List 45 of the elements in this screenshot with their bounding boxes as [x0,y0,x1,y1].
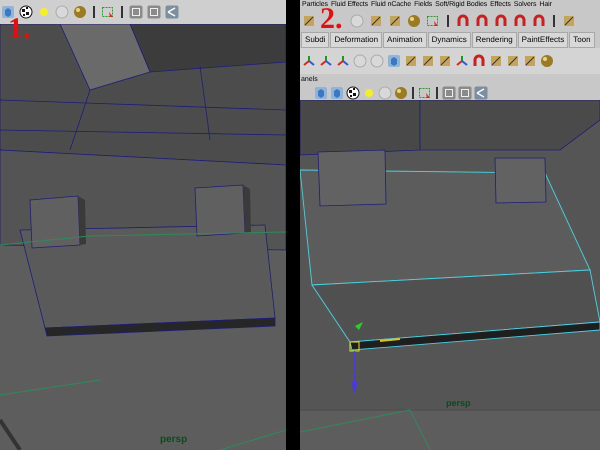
separator-icon[interactable] [445,14,451,28]
shelf-tool-icon[interactable] [387,54,401,68]
shelf-tool-icon[interactable] [506,54,520,68]
light-dot-icon[interactable] [362,86,376,100]
shelf-tool-icon[interactable] [302,54,316,68]
tool-icon[interactable] [302,14,316,28]
shelf-tab[interactable]: Animation [383,32,427,48]
camera-label: persp [160,433,188,447]
shelf-tab[interactable]: Subdi [301,32,330,48]
checker-sphere-icon[interactable] [346,86,360,100]
square-outline-icon[interactable] [147,5,161,19]
tool-icon[interactable] [388,14,402,28]
magnet-icon[interactable] [494,14,508,28]
shelf-tool-icon[interactable] [421,54,435,68]
shelf-tool-icon[interactable] [523,54,537,68]
shelf-tool-icon[interactable] [438,54,452,68]
light-dot-icon[interactable] [37,5,51,19]
square-outline-icon[interactable] [458,86,472,100]
shelf-tool-icon[interactable] [455,54,469,68]
separator-icon[interactable] [551,14,557,28]
separator-icon[interactable] [410,86,416,100]
shelf-tab[interactable]: Dynamics [428,32,471,48]
magnet-icon[interactable] [532,14,546,28]
magnet-icon[interactable] [513,14,527,28]
separator-icon[interactable] [119,5,125,19]
shelf-tab[interactable]: Deformation [330,32,382,48]
select-icon[interactable] [426,14,440,28]
shelf-tool-icon[interactable] [336,54,350,68]
tool-icon[interactable] [562,14,576,28]
magnet-icon[interactable] [475,14,489,28]
shelf-tab[interactable]: Rendering [472,32,517,48]
separator-icon[interactable] [91,5,97,19]
tool-icon[interactable] [369,14,383,28]
shelf-tab[interactable]: Toon [569,32,595,48]
shaded-cube-icon[interactable] [314,86,328,100]
separator-icon[interactable] [434,86,440,100]
shelf-tool-icon[interactable] [319,54,333,68]
share-icon[interactable] [165,5,179,19]
shelf-tab[interactable]: PaintEffects [518,32,568,48]
shelf-tool-icon[interactable] [472,54,486,68]
shelf-tool-icon[interactable] [404,54,418,68]
share-icon[interactable] [474,86,488,100]
magnet-icon[interactable] [456,14,470,28]
shelf-tool-icon[interactable] [489,54,503,68]
camera-label: persp [446,397,471,410]
